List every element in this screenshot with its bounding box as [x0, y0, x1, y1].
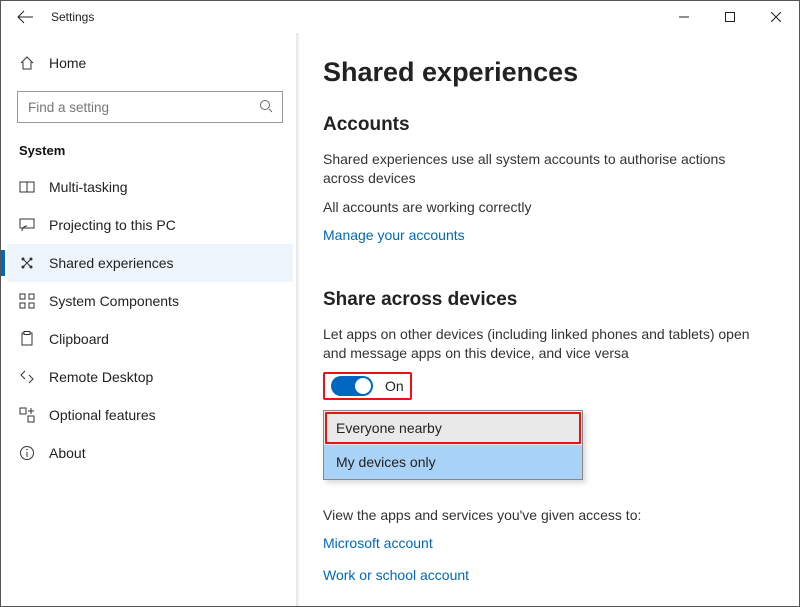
remote-desktop-icon: [19, 369, 35, 385]
sidebar-item-remote-desktop[interactable]: Remote Desktop: [7, 358, 293, 396]
clipboard-icon: [19, 331, 35, 347]
content-area: Shared experiences Accounts Shared exper…: [299, 33, 799, 606]
home-label: Home: [49, 55, 86, 71]
search-input[interactable]: [17, 91, 283, 123]
shared-experiences-icon: [19, 255, 35, 271]
back-button[interactable]: [17, 10, 33, 24]
sidebar-item-projecting[interactable]: Projecting to this PC: [7, 206, 293, 244]
minimize-button[interactable]: [661, 1, 707, 33]
share-heading: Share across devices: [323, 289, 769, 311]
system-components-icon: [19, 293, 35, 309]
titlebar: Settings: [1, 1, 799, 33]
sidebar-item-label: About: [49, 445, 86, 461]
sidebar-item-label: Optional features: [49, 407, 156, 423]
home-button[interactable]: Home: [7, 47, 293, 79]
dropdown-option-everyone-nearby[interactable]: Everyone nearby: [324, 411, 582, 445]
sidebar: Home System Multi-tasking Projecting to …: [1, 33, 299, 606]
sidebar-item-shared-experiences[interactable]: Shared experiences: [7, 244, 293, 282]
sidebar-item-system-components[interactable]: System Components: [7, 282, 293, 320]
sidebar-item-label: Shared experiences: [49, 255, 174, 271]
accounts-heading: Accounts: [323, 114, 769, 136]
share-scope-dropdown[interactable]: Everyone nearby My devices only: [323, 410, 583, 480]
sidebar-item-label: Multi-tasking: [49, 179, 128, 195]
toggle-knob: [355, 378, 371, 394]
category-title: System: [7, 139, 293, 168]
dropdown-option-my-devices-only[interactable]: My devices only: [324, 445, 582, 479]
sidebar-item-label: Remote Desktop: [49, 369, 153, 385]
optional-features-icon: [19, 407, 35, 423]
dropdown-option-label: Everyone nearby: [336, 420, 442, 436]
accounts-description: Shared experiences use all system accoun…: [323, 150, 769, 188]
dropdown-option-label: My devices only: [336, 454, 436, 470]
sidebar-item-about[interactable]: About: [7, 434, 293, 472]
close-button[interactable]: [753, 1, 799, 33]
projecting-icon: [19, 217, 35, 233]
manage-accounts-link[interactable]: Manage your accounts: [323, 227, 465, 243]
nav-list: Multi-tasking Projecting to this PC Shar…: [7, 168, 293, 472]
share-toggle-row: On: [323, 372, 769, 400]
about-icon: [19, 445, 35, 461]
share-toggle-label: On: [385, 378, 404, 394]
microsoft-account-link[interactable]: Microsoft account: [323, 535, 769, 551]
multitasking-icon: [19, 179, 35, 195]
work-school-account-link[interactable]: Work or school account: [323, 567, 769, 583]
app-title: Settings: [51, 10, 94, 24]
sidebar-item-multitasking[interactable]: Multi-tasking: [7, 168, 293, 206]
maximize-button[interactable]: [707, 1, 753, 33]
settings-window: Settings Home: [0, 0, 800, 607]
search-box: [17, 91, 283, 123]
highlight-toggle: On: [323, 372, 412, 400]
accounts-status: All accounts are working correctly: [323, 198, 769, 217]
page-title: Shared experiences: [323, 57, 769, 88]
sidebar-item-optional-features[interactable]: Optional features: [7, 396, 293, 434]
share-toggle[interactable]: [331, 376, 373, 396]
home-icon: [19, 55, 35, 71]
sidebar-item-label: Clipboard: [49, 331, 109, 347]
sidebar-item-label: Projecting to this PC: [49, 217, 176, 233]
share-description: Let apps on other devices (including lin…: [323, 325, 769, 363]
access-description: View the apps and services you've given …: [323, 506, 769, 525]
sidebar-item-label: System Components: [49, 293, 179, 309]
sidebar-item-clipboard[interactable]: Clipboard: [7, 320, 293, 358]
